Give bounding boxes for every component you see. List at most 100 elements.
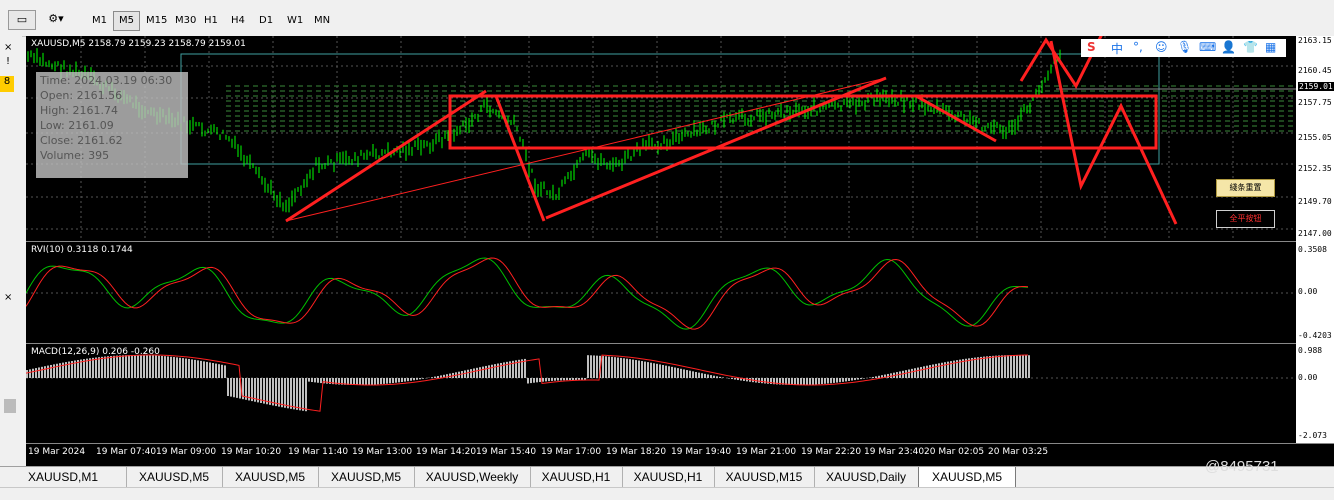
chart-tab[interactable]: XAUUSD,M5 [126, 467, 223, 487]
macd-histogram-bar [215, 364, 217, 378]
status-bar [0, 487, 1334, 500]
timeframe-m1[interactable]: M1 [86, 11, 113, 31]
macd-histogram-bar [830, 378, 832, 383]
alert-icon[interactable]: ! [6, 56, 10, 67]
price-chart[interactable] [26, 36, 1296, 241]
macd-histogram-bar [617, 358, 619, 378]
macd-histogram-bar [161, 356, 163, 378]
macd-histogram-bar [110, 356, 112, 378]
macd-histogram-bar [833, 378, 835, 383]
macd-histogram-bar [737, 378, 739, 380]
keyboard-icon[interactable]: ⌨ [1199, 40, 1216, 54]
scrollbar-thumb[interactable] [4, 399, 16, 413]
ime-language[interactable]: 中 [1111, 40, 1123, 57]
macd-histogram-bar [158, 356, 160, 378]
macd-histogram-bar [1010, 355, 1012, 378]
timeframe-d1[interactable]: D1 [253, 11, 279, 31]
chart-tab[interactable]: XAUUSD,M5 [918, 467, 1016, 488]
macd-histogram-bar [821, 378, 823, 384]
rvi-panel[interactable]: RVI(10) 0.3118 0.1744 [26, 241, 1296, 344]
macd-histogram-bar [44, 366, 46, 378]
indicators-icon[interactable]: ⚙▾ [40, 10, 72, 28]
macd-histogram-bar [113, 356, 115, 378]
macd-histogram-bar [734, 378, 736, 380]
macd-histogram-bar [1007, 355, 1009, 378]
chart-window[interactable]: XAUUSD,M5 2158.79 2159.23 2158.79 2159.0… [26, 36, 1334, 466]
macd-histogram-bar [638, 361, 640, 378]
punctuation-icon[interactable]: °, [1133, 40, 1143, 54]
timeframe-h4[interactable]: H4 [225, 11, 251, 31]
axis-tick: 2160.45 [1298, 66, 1332, 75]
macd-histogram-bar [353, 378, 355, 385]
price-panel[interactable]: XAUUSD,M5 2158.79 2159.23 2158.79 2159.0… [26, 36, 1296, 241]
user-icon[interactable]: 👤 [1221, 40, 1236, 54]
macd-histogram-bar [488, 365, 490, 378]
skin-icon[interactable]: 👕 [1243, 40, 1258, 54]
chart-tab[interactable]: XAUUSD,M5 [318, 467, 415, 487]
macd-histogram-bar [932, 364, 934, 378]
macd-histogram-bar [173, 357, 175, 378]
axis-tick: 0.00 [1298, 287, 1317, 296]
info-high: High: 2161.74 [40, 103, 184, 118]
macd-panel[interactable]: MACD(12,26,9) 0.206 -0.260 [26, 343, 1296, 444]
microphone-icon[interactable]: 🎙 [1177, 40, 1192, 54]
macd-histogram-bar [998, 355, 1000, 378]
macd-histogram-bar [797, 378, 799, 385]
rvi-header: RVI(10) 0.3118 0.1744 [31, 245, 133, 255]
chart-tab[interactable]: XAUUSD,M5 [222, 467, 319, 487]
chart-tab[interactable]: XAUUSD,H1 [530, 467, 623, 487]
timeframe-mn[interactable]: MN [308, 11, 336, 31]
macd-histogram-bar [632, 360, 634, 378]
macd-histogram-bar [674, 367, 676, 378]
macd-histogram-bar [386, 378, 388, 384]
macd-histogram-bar [356, 378, 358, 385]
macd-histogram-bar [137, 355, 139, 378]
macd-histogram-bar [542, 378, 544, 382]
chart-tab[interactable]: XAUUSD,M15 [714, 467, 815, 487]
chart-tab[interactable]: XAUUSD,H1 [622, 467, 715, 487]
close-icon[interactable]: × [4, 292, 12, 303]
macd-histogram-bar [545, 378, 547, 381]
chart-window-icon[interactable]: ▭ [8, 10, 36, 30]
macd-histogram-bar [974, 358, 976, 378]
macd-histogram-bar [806, 378, 808, 385]
macd-histogram-bar [47, 366, 49, 378]
macd-histogram-bar [200, 361, 202, 378]
macd-histogram-bar [170, 357, 172, 378]
timeframe-h1[interactable]: H1 [198, 11, 224, 31]
macd-histogram-bar [926, 366, 928, 378]
macd-histogram-bar [665, 366, 667, 378]
counter-icon[interactable]: 8 [0, 76, 14, 92]
chart-tab[interactable]: XAUUSD,M1 [0, 467, 127, 487]
macd-histogram-bar [707, 374, 709, 378]
macd-histogram-bar [311, 378, 313, 382]
timeframe-m5[interactable]: M5 [113, 11, 140, 31]
ime-logo-icon[interactable]: S [1087, 40, 1096, 54]
chart-tab[interactable]: XAUUSD,Daily [814, 467, 919, 487]
macd-histogram-bar [635, 360, 637, 378]
macd-histogram-bar [716, 376, 718, 378]
macd-histogram-bar [227, 378, 229, 396]
close-all-button[interactable]: 全平按钮 [1216, 210, 1275, 228]
macd-histogram-bar [671, 367, 673, 378]
data-window: Time: 2024.03.19 06:30 Open: 2161.56 Hig… [36, 72, 188, 178]
chart-tab[interactable]: XAUUSD,Weekly [414, 467, 531, 487]
grid-icon[interactable]: ▦ [1265, 40, 1276, 54]
macd-histogram-bar [836, 378, 838, 383]
macd-histogram-bar [362, 378, 364, 385]
macd-histogram-bar [593, 355, 595, 378]
macd-histogram-bar [221, 365, 223, 378]
rvi-chart[interactable] [26, 242, 1296, 344]
macd-histogram-bar [140, 355, 142, 378]
timeframe-w1[interactable]: W1 [281, 11, 309, 31]
macd-histogram-bar [1013, 355, 1015, 378]
macd-histogram-bar [119, 355, 121, 378]
macd-chart[interactable] [26, 344, 1296, 444]
macd-histogram-bar [104, 357, 106, 378]
reset-lines-button[interactable]: 綫条重置 [1216, 179, 1275, 197]
close-icon[interactable]: × [4, 42, 12, 53]
macd-histogram-bar [404, 378, 406, 382]
emoji-icon[interactable]: ☺ [1155, 40, 1168, 54]
ime-toolbar[interactable]: S 中 °, ☺ 🎙 ⌨ 👤 👕 ▦ [1081, 39, 1286, 57]
time-axis: 19 Mar 202419 Mar 07:4019 Mar 09:0019 Ma… [26, 443, 1334, 467]
